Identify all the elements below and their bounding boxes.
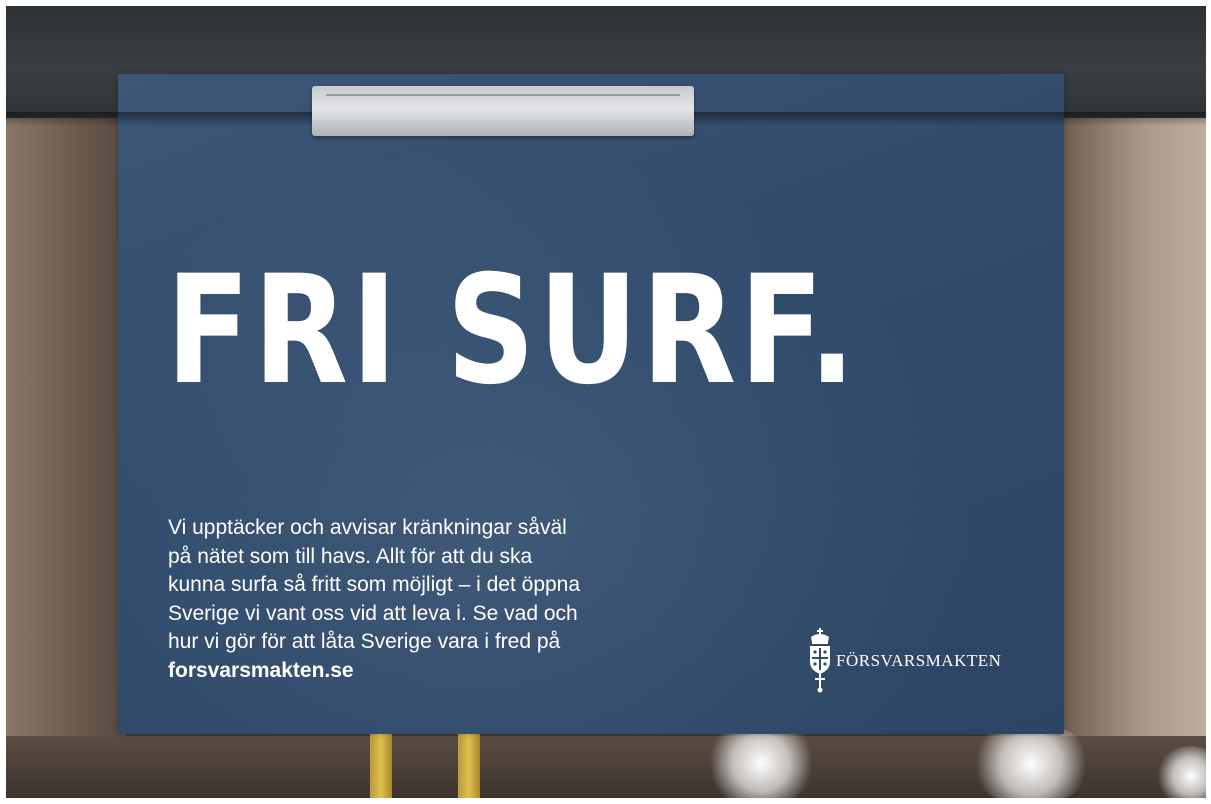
body-line: på nätet som till havs. Allt för att du … [168, 544, 533, 568]
poster-headline: FRI SURF. [166, 244, 859, 418]
yellow-handrail-pole [370, 728, 392, 798]
poster-body-text: Vi upptäcker och avvisar kränkningar såv… [168, 514, 628, 685]
body-line: kunna surfa så fritt som möjligt – i det… [168, 573, 581, 596]
background-right-blur [1061, 76, 1206, 796]
body-line: Sverige vi vant oss vid att leva i. Se v… [168, 601, 578, 625]
logo-wordmark: FÖRSVARSMAKTEN [836, 651, 1002, 670]
body-line: hur vi gör för att låta Sverige vara i f… [168, 630, 561, 653]
crown-shield-sword-crest-icon [810, 628, 830, 693]
poster-clip [312, 86, 694, 136]
forsvarsmakten-logo: FÖRSVARSMAKTEN [806, 628, 1001, 694]
body-line: Vi upptäcker och avvisar kränkningar såv… [168, 516, 567, 539]
background-left-blur [6, 116, 126, 796]
yellow-handrail-pole [458, 728, 480, 798]
poster-url: forsvarsmakten.se [168, 658, 354, 682]
ceiling-light [966, 724, 1096, 798]
clip-groove [326, 94, 680, 96]
photo: FRI SURF. Vi upptäcker och avvisar kränk… [6, 6, 1206, 798]
